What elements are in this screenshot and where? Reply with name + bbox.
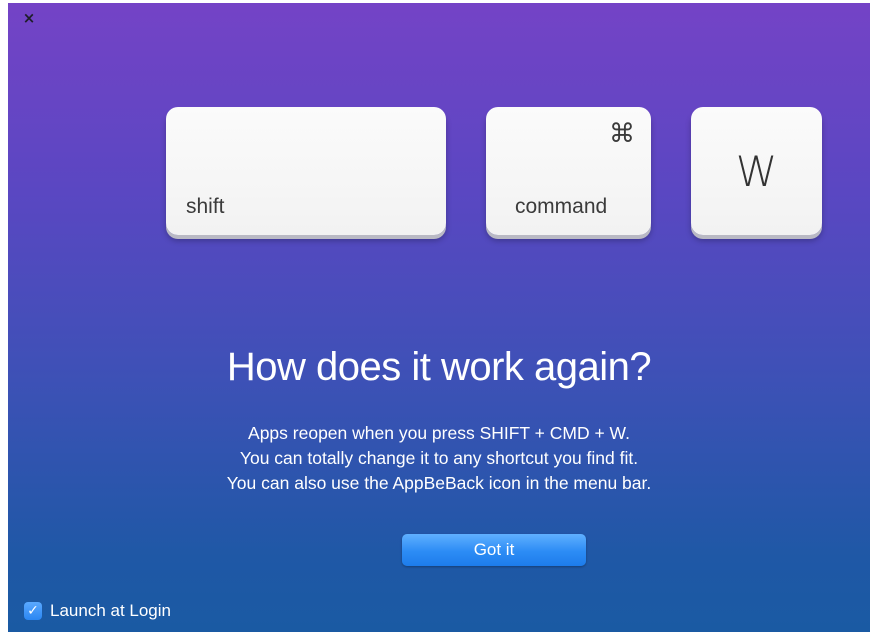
description-line: You can also use the AppBeBack icon in t… — [226, 473, 652, 493]
command-key-label: command — [515, 195, 608, 218]
w-key-illustration: W — [691, 107, 822, 235]
got-it-button[interactable]: Got it — [402, 534, 586, 566]
description-line: Apps reopen when you press SHIFT + CMD +… — [248, 423, 630, 443]
launch-at-login-label: Launch at Login — [50, 601, 171, 620]
w-key-label: W — [735, 147, 778, 196]
close-icon[interactable]: × — [20, 9, 38, 27]
command-key-illustration: ⌘ command — [486, 107, 651, 235]
checkbox-checked-icon[interactable]: ✓ — [24, 602, 42, 620]
headline: How does it work again? — [226, 345, 652, 389]
shift-key-label: shift — [186, 195, 225, 218]
shift-key-illustration: shift — [166, 107, 446, 235]
description-line: You can totally change it to any shortcu… — [239, 448, 639, 468]
command-icon: ⌘ — [609, 119, 635, 149]
description: Apps reopen when you press SHIFT + CMD +… — [8, 421, 870, 496]
launch-at-login-toggle[interactable]: ✓ Launch at Login — [24, 600, 171, 622]
onboarding-window: × shift ⌘ command W How does it work aga… — [8, 3, 870, 632]
